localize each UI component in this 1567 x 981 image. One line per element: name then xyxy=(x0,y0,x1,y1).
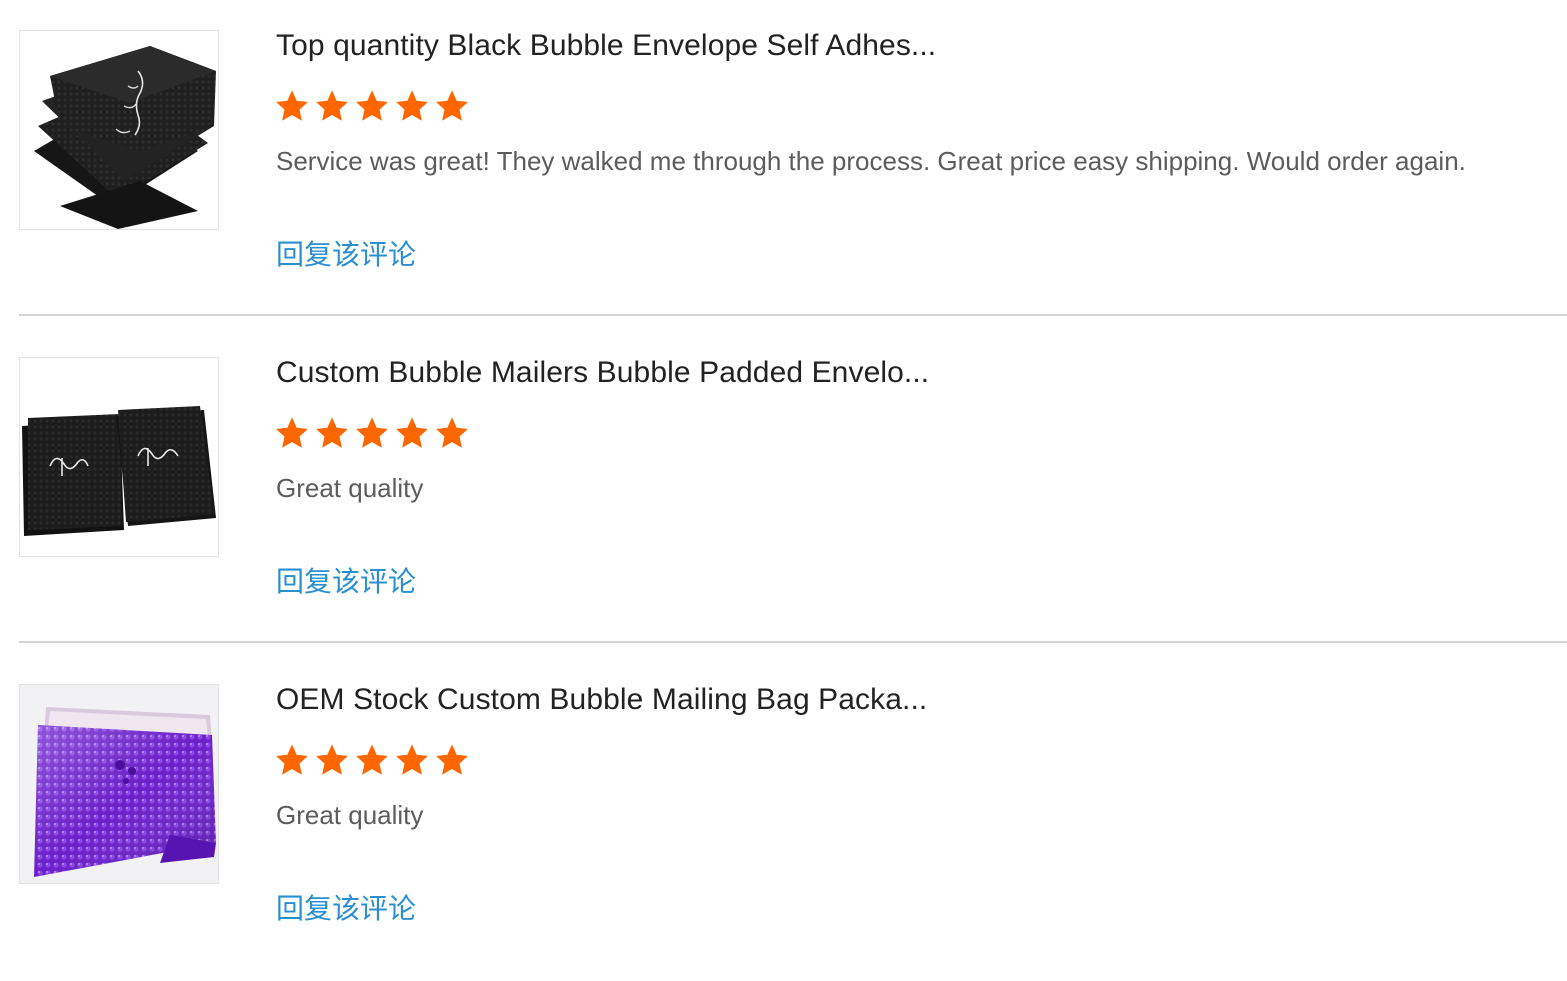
star-icon xyxy=(356,90,388,121)
star-icon xyxy=(276,744,308,775)
product-title-link[interactable]: Top quantity Black Bubble Envelope Self … xyxy=(276,28,936,64)
star-icon xyxy=(436,417,468,448)
product-title-link[interactable]: Custom Bubble Mailers Bubble Padded Enve… xyxy=(276,355,929,391)
product-thumbnail[interactable] xyxy=(19,684,219,884)
review-item: OEM Stock Custom Bubble Mailing Bag Pack… xyxy=(0,654,1567,981)
review-item: Top quantity Black Bubble Envelope Self … xyxy=(0,0,1567,327)
purple-bubble-mailer-image xyxy=(20,685,218,883)
rating-stars xyxy=(274,88,470,126)
star-icon xyxy=(356,744,388,775)
review-comment: Service was great! They walked me throug… xyxy=(276,146,1466,176)
star-icon xyxy=(276,90,308,121)
review-comment: Great quality xyxy=(276,473,424,503)
product-thumbnail[interactable] xyxy=(19,30,219,230)
product-thumbnail[interactable] xyxy=(19,357,219,557)
star-icon xyxy=(316,417,348,448)
review-item: Custom Bubble Mailers Bubble Padded Enve… xyxy=(0,327,1567,654)
star-icon xyxy=(396,417,428,448)
reply-link[interactable]: 回复该评论 xyxy=(276,891,416,927)
reply-link[interactable]: 回复该评论 xyxy=(276,564,416,600)
star-icon xyxy=(396,744,428,775)
star-icon xyxy=(316,744,348,775)
star-icon xyxy=(276,417,308,448)
divider xyxy=(19,314,1567,316)
reply-link[interactable]: 回复该评论 xyxy=(276,237,416,273)
divider xyxy=(19,641,1567,643)
star-icon xyxy=(356,417,388,448)
black-bubble-mailers-image xyxy=(20,358,218,556)
black-bubble-envelopes-image xyxy=(20,31,218,229)
rating-stars xyxy=(274,742,470,780)
rating-stars xyxy=(274,415,470,453)
star-icon xyxy=(436,90,468,121)
star-icon xyxy=(316,90,348,121)
review-comment: Great quality xyxy=(276,800,424,830)
product-title-link[interactable]: OEM Stock Custom Bubble Mailing Bag Pack… xyxy=(276,682,927,718)
star-icon xyxy=(436,744,468,775)
star-icon xyxy=(396,90,428,121)
